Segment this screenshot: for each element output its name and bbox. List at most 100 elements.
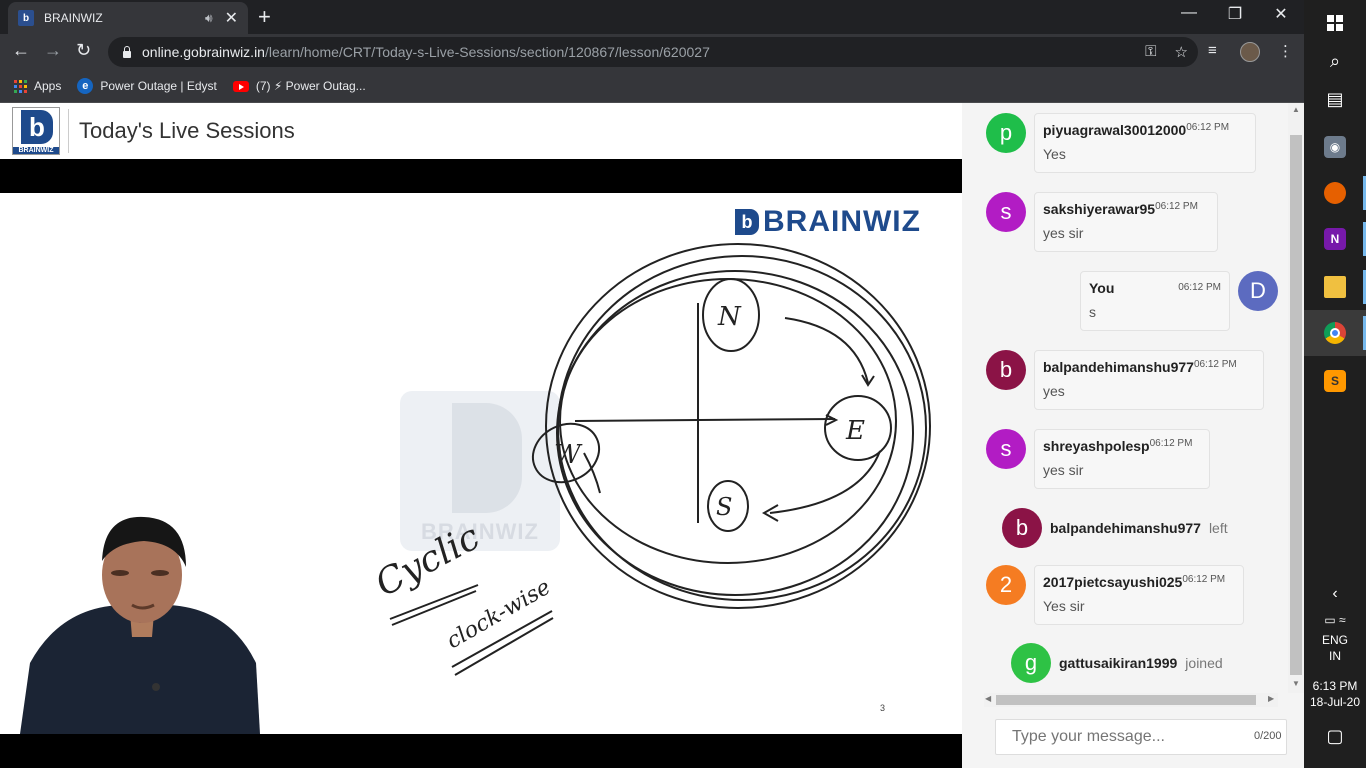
message-author: sakshiyerawar95	[1043, 201, 1156, 217]
video-player[interactable]: BRAINWIZ b BRAINWIZ N E S W Cyclic clock…	[0, 159, 962, 768]
onenote-app-icon[interactable]: N	[1304, 216, 1366, 262]
message-author: balpandehimanshu977	[1043, 359, 1194, 375]
reload-icon[interactable]: ↻	[76, 40, 91, 61]
avatar: s	[986, 429, 1026, 469]
star-icon[interactable]: ☆	[1175, 43, 1188, 61]
header-divider	[68, 109, 69, 153]
url-host: online.gobrainwiz.in	[142, 44, 265, 60]
scrollbar-thumb[interactable]	[996, 695, 1256, 705]
bookmark-label: (7) ⚡ Power Outag...	[255, 79, 366, 93]
youtube-icon	[232, 80, 249, 92]
own-chat-message: You 06:12 PM s D	[1080, 271, 1278, 331]
scroll-up-arrow-icon[interactable]: ▲	[1292, 105, 1300, 114]
chevron-up-icon[interactable]: ‹	[1304, 586, 1366, 602]
bookmark-label: Apps	[34, 79, 62, 93]
label-e: E	[845, 416, 865, 446]
clock[interactable]: 6:13 PM 18-Jul-20	[1304, 678, 1366, 710]
windows-taskbar: ⌕ ▤ ◉ N S ‹ ▭ ≈ ENG IN 6:13 PM 18-Jul-20…	[1304, 0, 1366, 768]
chat-message-list[interactable]: p piyuagrawal3001200006:12 PM Yes s saks…	[962, 103, 1288, 693]
message-author: piyuagrawal30012000	[1043, 122, 1187, 138]
camera-app-icon[interactable]: ◉	[1304, 124, 1366, 170]
event-user: balpandehimanshu977	[1050, 520, 1201, 536]
logo-label: BRAINWIZ	[13, 147, 59, 154]
label-cyclic: Cyclic	[369, 517, 486, 605]
message-time: 06:12 PM	[1193, 359, 1237, 370]
event-action: left	[1208, 520, 1228, 536]
message-time: 06:12 PM	[1149, 438, 1193, 449]
event-action: joined	[1185, 655, 1223, 671]
char-counter: 0/200	[1254, 730, 1282, 742]
notification-icon[interactable]: ▢	[1304, 727, 1366, 745]
close-tab-icon[interactable]: ✕	[225, 8, 238, 28]
label-n: N	[717, 302, 742, 332]
vertical-scrollbar[interactable]: ▲ ▼	[1288, 103, 1304, 693]
video-frame: BRAINWIZ b BRAINWIZ N E S W Cyclic clock…	[0, 193, 962, 734]
message-time: 06:12 PM	[1186, 122, 1230, 133]
message-bubble: 2017pietcsayushi02506:12 PM Yes sir	[1034, 565, 1244, 625]
event-user: gattusaikiran1999	[1059, 655, 1178, 671]
edyst-icon: e	[77, 78, 94, 94]
message-text: yes sir	[1043, 462, 1084, 478]
logo-b-icon: b	[21, 110, 53, 144]
message-text: yes sir	[1043, 225, 1084, 241]
message-author: shreyashpolesp	[1043, 438, 1150, 454]
horizontal-scrollbar[interactable]: ◀ ▶	[984, 693, 1278, 707]
lock-icon[interactable]	[122, 46, 132, 58]
menu-icon[interactable]: ⋮	[1278, 42, 1293, 60]
clock-date: 18-Jul-20	[1309, 695, 1361, 709]
message-time: 06:12 PM	[1182, 574, 1226, 585]
new-tab-button[interactable]: +	[258, 4, 271, 30]
chat-message: s shreyashpolesp06:12 PM yes sir	[986, 429, 1210, 489]
network-battery-icons[interactable]: ▭ ≈	[1304, 612, 1366, 628]
message-author: You	[1089, 280, 1115, 296]
firefox-app-icon[interactable]	[1304, 170, 1366, 216]
bookmark-edyst[interactable]: e Power Outage | Edyst	[77, 78, 217, 94]
scroll-right-arrow-icon[interactable]: ▶	[1268, 694, 1274, 703]
horizontal-axis	[574, 418, 836, 422]
message-text: Yes	[1043, 146, 1066, 162]
clock-time: 6:13 PM	[1312, 679, 1358, 693]
chrome-app-icon[interactable]	[1304, 310, 1366, 356]
key-icon[interactable]: ⚿	[1145, 43, 1156, 61]
message-text: Yes sir	[1043, 598, 1085, 614]
task-view-icon[interactable]: ▤	[1304, 76, 1366, 122]
media-control-icon[interactable]: ≡	[1208, 42, 1217, 59]
avatar: p	[986, 113, 1026, 153]
windows-logo-icon	[1327, 15, 1343, 31]
message-input[interactable]	[995, 719, 1287, 755]
folder-icon	[1324, 276, 1346, 298]
bookmark-label: Power Outage | Edyst	[100, 79, 217, 93]
message-author: 2017pietcsayushi025	[1043, 574, 1183, 590]
language-indicator[interactable]: ENG IN	[1304, 632, 1366, 664]
chat-panel: p piyuagrawal3001200006:12 PM Yes s saks…	[962, 103, 1304, 768]
region: IN	[1329, 649, 1341, 663]
sublime-app-icon[interactable]: S	[1304, 358, 1366, 404]
message-bubble: You 06:12 PM s	[1080, 271, 1230, 331]
scroll-left-arrow-icon[interactable]: ◀	[985, 694, 991, 703]
message-time: 06:12 PM	[1155, 201, 1198, 212]
chat-event-left: b balpandehimanshu977 left	[1002, 508, 1228, 548]
brainwiz-logo[interactable]: b BRAINWIZ	[12, 107, 60, 155]
label-clockwise: clock-wise	[443, 575, 556, 654]
page-title: Today's Live Sessions	[79, 118, 295, 143]
back-icon[interactable]: ←	[12, 40, 30, 61]
forward-icon[interactable]: →	[44, 40, 62, 61]
close-window-icon[interactable]: ✕	[1258, 4, 1304, 24]
profile-avatar[interactable]	[1240, 42, 1260, 62]
speaker-icon[interactable]: 🔊︎	[205, 11, 213, 26]
restore-icon[interactable]: ❐	[1212, 4, 1258, 24]
message-bubble: balpandehimanshu97706:12 PM yes	[1034, 350, 1264, 410]
scrollbar-thumb[interactable]	[1290, 135, 1302, 675]
message-text: s	[1089, 304, 1096, 320]
chat-event-joined: g gattusaikiran1999 joined	[1011, 643, 1223, 683]
file-explorer-app-icon[interactable]	[1304, 264, 1366, 310]
chat-message: b balpandehimanshu97706:12 PM yes	[986, 350, 1264, 410]
browser-tab[interactable]: b BRAINWIZ 🔊︎ ✕	[8, 2, 248, 34]
scroll-down-arrow-icon[interactable]: ▼	[1292, 679, 1300, 688]
message-bubble: shreyashpolesp06:12 PM yes sir	[1034, 429, 1210, 489]
bookmark-youtube[interactable]: (7) ⚡ Power Outag...	[232, 79, 366, 93]
address-bar[interactable]: online.gobrainwiz.in/learn/home/CRT/Toda…	[108, 37, 1198, 67]
instructor-video-feed	[20, 513, 260, 734]
minimize-icon[interactable]: —	[1166, 4, 1212, 22]
bookmark-apps[interactable]: Apps	[14, 79, 61, 93]
